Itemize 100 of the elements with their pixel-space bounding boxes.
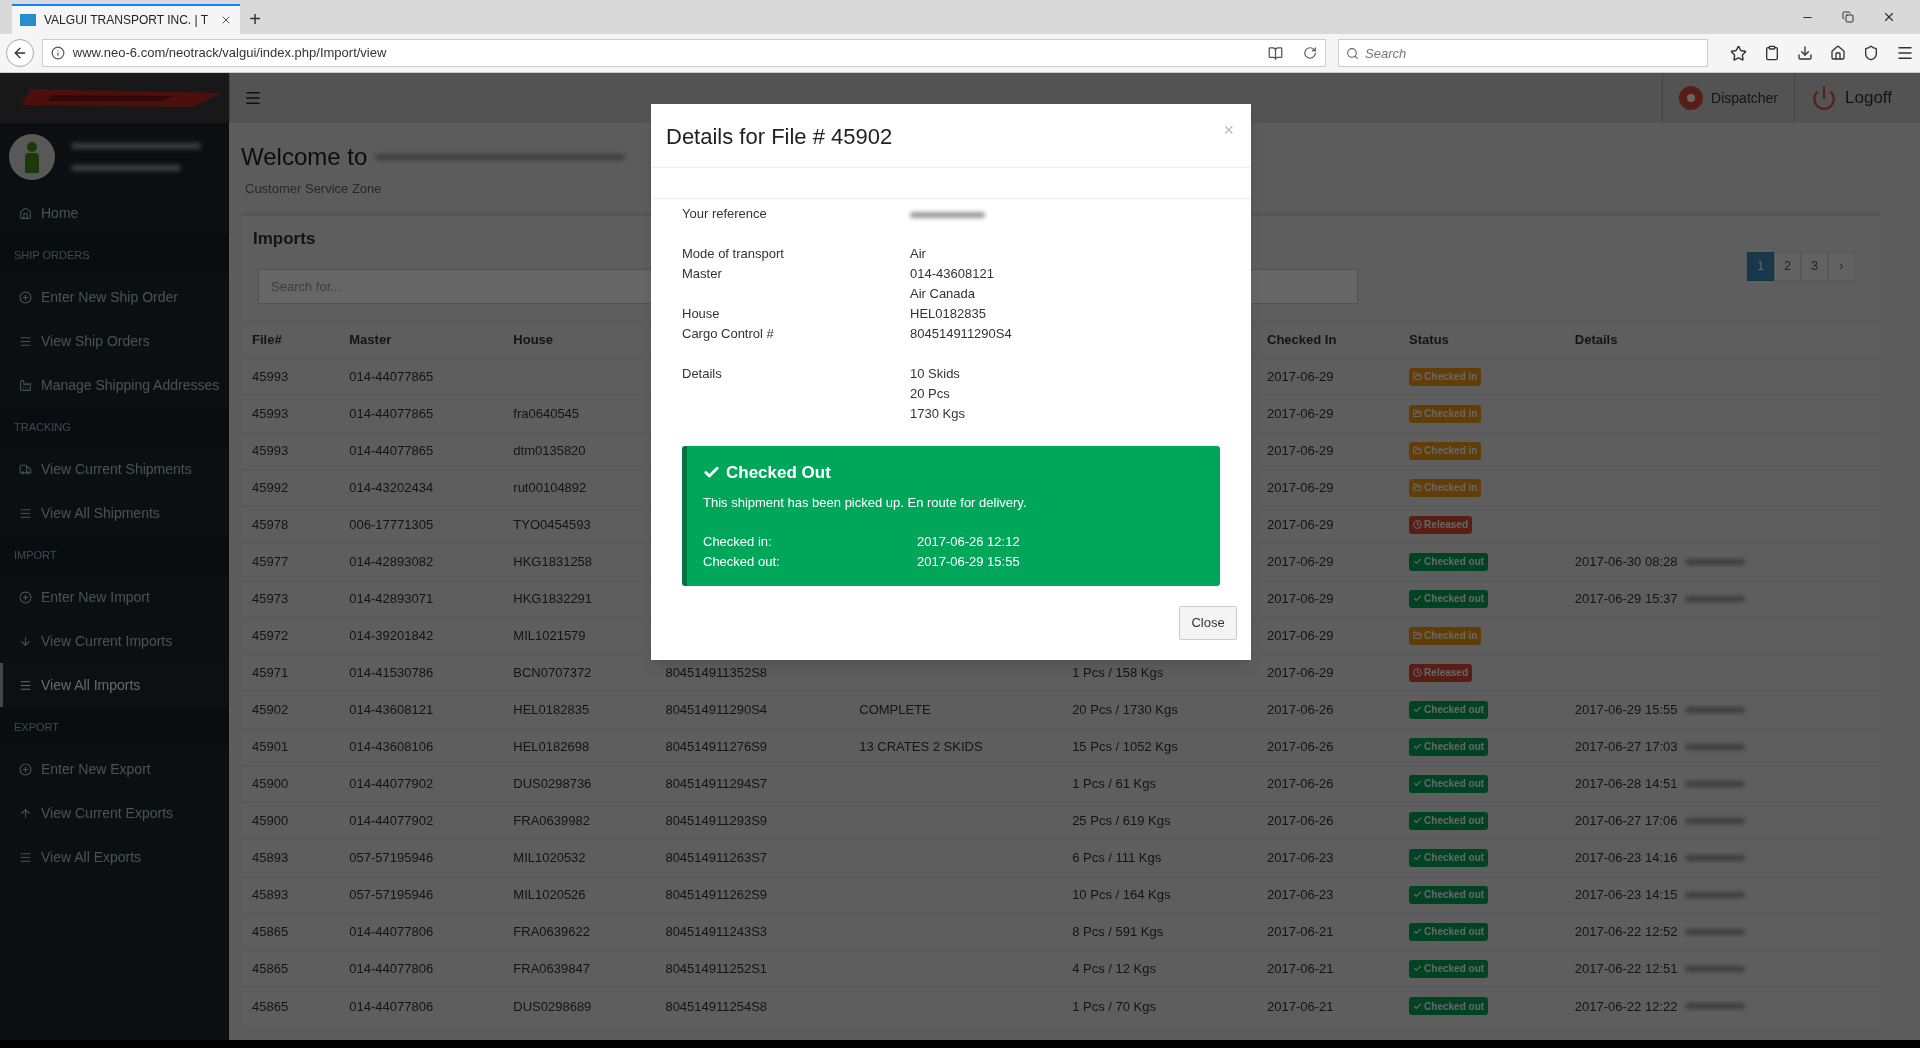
status-badge: Checked out bbox=[1409, 959, 1489, 978]
info-icon bbox=[50, 46, 65, 60]
nav-item[interactable]: Enter New Export bbox=[0, 747, 229, 791]
browser-tab[interactable]: VALGUI TRANSPORT INC. | T bbox=[12, 4, 240, 34]
table-cell: 15 Pcs / 1052 Kgs bbox=[1072, 739, 1178, 755]
field-value: 014-43608121 bbox=[910, 266, 994, 282]
home-icon[interactable] bbox=[1830, 45, 1846, 61]
table-cell: 014-44077865 bbox=[349, 443, 434, 459]
table-cell: 804514911263S7 bbox=[665, 850, 768, 866]
list-icon bbox=[19, 850, 32, 864]
table-cell: 014-44077806 bbox=[349, 998, 434, 1014]
blurred-text bbox=[1685, 892, 1746, 898]
column-header: Checked In bbox=[1267, 332, 1337, 348]
table-cell: rut00104892 bbox=[513, 480, 587, 496]
table-cell-text: 2017-06-28 14:51 bbox=[1574, 775, 1678, 794]
nav-item[interactable]: View Current Exports bbox=[0, 791, 229, 835]
table-cell-text: 2017-06-22 12:52 bbox=[1574, 923, 1678, 942]
restore-icon[interactable] bbox=[1842, 11, 1854, 23]
clock-icon bbox=[1413, 668, 1423, 678]
new-tab-button[interactable]: + bbox=[240, 4, 270, 34]
nav-item[interactable]: View All Exports bbox=[0, 835, 229, 879]
table-cell-text: 2017-06-22 12:51 bbox=[1574, 960, 1678, 979]
status-badge: Checked out bbox=[1409, 552, 1489, 571]
field-label: Cargo Control # bbox=[682, 326, 774, 342]
nav-item[interactable]: View Ship Orders bbox=[0, 319, 229, 363]
nav-item[interactable]: View Current Shipments bbox=[0, 447, 229, 491]
table-cell: 014-44077902 bbox=[349, 813, 434, 829]
table-cell: 10 Pcs / 164 Kgs bbox=[1072, 887, 1171, 903]
table-cell: 2017-06-23 bbox=[1267, 850, 1334, 866]
table-cell: HEL0182835 bbox=[513, 702, 590, 718]
page-button[interactable]: 3 bbox=[1801, 251, 1828, 281]
table-cell: 45973 bbox=[252, 591, 289, 607]
table-cell: 1 Pcs / 70 Kgs bbox=[1072, 998, 1156, 1014]
shield-icon[interactable] bbox=[1863, 45, 1879, 61]
close-icon[interactable] bbox=[1882, 10, 1896, 24]
nav-item[interactable]: Enter New Import bbox=[0, 575, 229, 619]
back-button[interactable] bbox=[6, 39, 34, 67]
check-icon bbox=[1413, 816, 1423, 826]
table-cell: DUS0298736 bbox=[513, 776, 592, 792]
nav-item[interactable]: Manage Shipping Addresses bbox=[0, 363, 229, 407]
status-badge: Checked out bbox=[1409, 848, 1489, 867]
table-cell: 2017-06-29 bbox=[1267, 517, 1334, 533]
table-cell: 804514911262S9 bbox=[665, 887, 768, 903]
close-button[interactable]: × bbox=[1223, 121, 1234, 139]
table-cell-text: 2017-06-27 17:06 bbox=[1574, 812, 1678, 831]
table-cell: HKG1832291 bbox=[513, 591, 593, 607]
nav-item[interactable]: View All Shipments bbox=[0, 491, 229, 535]
status-badge: Checked out bbox=[1409, 997, 1489, 1015]
panel-title: Imports bbox=[253, 227, 316, 250]
table-cell: 45977 bbox=[252, 554, 289, 570]
table-cell: HEL0182698 bbox=[513, 739, 590, 755]
table-cell: 014-43202434 bbox=[349, 480, 434, 496]
blurred-text bbox=[1685, 559, 1746, 565]
close-button[interactable]: Close bbox=[1179, 606, 1237, 640]
reader-icon[interactable] bbox=[1268, 45, 1283, 61]
column-header: Master bbox=[349, 332, 392, 348]
table-cell: 2017-06-29 bbox=[1267, 406, 1334, 422]
table-cell: 1 Pcs / 158 Kgs bbox=[1072, 665, 1164, 681]
page-button[interactable]: 2 bbox=[1774, 251, 1801, 281]
star-icon[interactable] bbox=[1730, 44, 1747, 62]
page-button[interactable]: 1 bbox=[1747, 251, 1774, 281]
search-field[interactable]: Search bbox=[1338, 39, 1708, 67]
menu-icon[interactable] bbox=[1896, 44, 1914, 62]
clipboard-icon[interactable] bbox=[1764, 45, 1780, 61]
nav-item[interactable]: View Current Imports bbox=[0, 619, 229, 663]
check-icon bbox=[1413, 594, 1423, 604]
status-badge: Checked out bbox=[1409, 811, 1489, 830]
arrow-up-icon bbox=[19, 806, 32, 820]
field-value: HEL0182835 bbox=[910, 306, 986, 322]
time-value: 2017-06-26 12:12 bbox=[917, 533, 1020, 552]
status-badge: Checked out bbox=[1409, 885, 1489, 904]
column-header: Status bbox=[1409, 332, 1449, 348]
table-cell: TYO0454593 bbox=[513, 517, 591, 533]
nav-item[interactable]: Home bbox=[0, 191, 229, 235]
blurred-text bbox=[1685, 781, 1746, 787]
status-badge: Checked in bbox=[1409, 404, 1482, 423]
clock-icon bbox=[1413, 520, 1423, 530]
table-cell: 2017-06-26 bbox=[1267, 739, 1334, 755]
download-icon[interactable] bbox=[1797, 45, 1813, 61]
table-cell: 45865 bbox=[252, 924, 289, 940]
reload-icon[interactable] bbox=[1303, 46, 1317, 60]
time-label: Checked out: bbox=[703, 553, 781, 572]
field-label: Details bbox=[682, 366, 722, 382]
close-icon[interactable] bbox=[220, 14, 232, 26]
table-cell: 006-17771305 bbox=[349, 517, 434, 533]
table-cell-text: 2017-06-23 14:16 bbox=[1574, 849, 1678, 868]
table-cell-text: 2017-06-29 15:55 bbox=[1574, 701, 1678, 720]
plus-circle-icon bbox=[19, 762, 32, 776]
list-icon bbox=[19, 678, 32, 692]
section-label: IMPORT bbox=[14, 547, 57, 563]
address-field[interactable]: www.neo-6.com/neotrack/valgui/index.php/Import/view bbox=[41, 39, 1326, 67]
page-button[interactable]: › bbox=[1828, 251, 1855, 281]
status-badge: Checked out bbox=[1409, 922, 1489, 941]
field-value: 1730 Kgs bbox=[910, 406, 965, 422]
blurred-text bbox=[1685, 855, 1746, 861]
nav-item[interactable]: Enter New Ship Order bbox=[0, 275, 229, 319]
plus-circle-icon bbox=[19, 590, 32, 604]
table-cell: 804514911294S7 bbox=[665, 776, 768, 792]
table-cell: 45992 bbox=[252, 480, 289, 496]
table-cell: 2017-06-26 bbox=[1267, 813, 1334, 829]
